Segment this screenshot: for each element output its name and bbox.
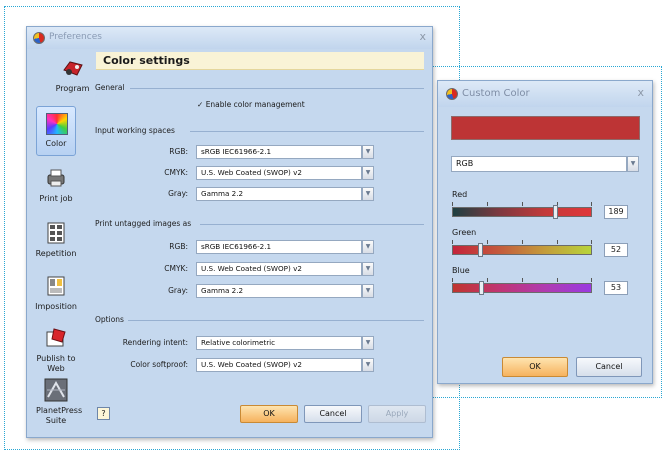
sidebar-item-label: Color <box>45 139 67 148</box>
checkmark-icon: ✓ <box>197 100 204 109</box>
input-gray-select[interactable]: Gamma 2.2 <box>196 187 362 201</box>
sidebar-item-label: Repetition <box>35 249 77 258</box>
custom-color-ok-button[interactable]: OK <box>502 357 568 377</box>
close-icon[interactable]: x <box>419 30 426 43</box>
program-icon <box>63 61 83 76</box>
blue-slider-thumb[interactable] <box>478 281 484 295</box>
untagged-rgb-select[interactable]: sRGB IEC61966-2.1 <box>196 240 362 254</box>
chevron-down-icon[interactable]: ▼ <box>362 187 374 201</box>
input-rgb-label: RGB: <box>169 147 188 156</box>
untagged-rgb-label: RGB: <box>169 242 188 251</box>
close-icon[interactable]: x <box>637 86 644 99</box>
divider <box>200 224 424 225</box>
untagged-gray-select[interactable]: Gamma 2.2 <box>196 284 362 298</box>
green-slider-thumb[interactable] <box>478 243 484 257</box>
red-slider-track[interactable] <box>452 207 592 217</box>
custom-color-titlebar[interactable]: Custom Color x <box>438 81 652 107</box>
printer-icon <box>47 169 65 187</box>
chevron-down-icon[interactable]: ▼ <box>362 262 374 276</box>
input-cmyk-label: CMYK: <box>164 168 188 177</box>
sidebar-item-label: PlanetPress Suite <box>36 406 83 425</box>
chevron-down-icon[interactable]: ▼ <box>362 284 374 298</box>
chevron-down-icon[interactable]: ▼ <box>362 358 374 372</box>
divider <box>130 88 424 89</box>
repetition-icon <box>47 222 65 244</box>
sidebar-item-label: Print job <box>39 194 73 203</box>
chevron-down-icon[interactable]: ▼ <box>362 240 374 254</box>
cancel-button[interactable]: Cancel <box>304 405 362 423</box>
preferences-sidebar: Program Color Print job Repetition Impos… <box>32 50 113 454</box>
input-cmyk-select[interactable]: U.S. Web Coated (SWOP) v2 <box>196 166 362 180</box>
green-ticks <box>452 240 592 244</box>
rendering-intent-select[interactable]: Relative colorimetric <box>196 336 362 350</box>
sidebar-item-imposition[interactable]: Imposition <box>32 268 80 326</box>
green-value-input[interactable]: 52 <box>604 243 628 257</box>
red-slider-thumb[interactable] <box>553 205 559 219</box>
sidebar-item-print-job[interactable]: Print job <box>32 160 80 218</box>
planetpress-icon <box>44 378 68 402</box>
imposition-icon <box>47 276 65 296</box>
color-mode-select[interactable]: RGB <box>451 156 627 172</box>
color-icon <box>46 113 68 135</box>
section-title: Color settings <box>96 52 424 70</box>
input-rgb-select[interactable]: sRGB IEC61966-2.1 <box>196 145 362 159</box>
preferences-titlebar[interactable]: Preferences x <box>27 27 432 49</box>
color-preview-swatch <box>451 116 640 140</box>
group-heading-general: General <box>95 83 125 92</box>
ok-button[interactable]: OK <box>240 405 298 423</box>
green-label: Green <box>452 228 477 237</box>
group-heading-options: Options <box>95 315 124 324</box>
chevron-down-icon[interactable]: ▼ <box>362 145 374 159</box>
color-softproof-label: Color softproof: <box>130 360 188 369</box>
untagged-cmyk-label: CMYK: <box>164 264 188 273</box>
rendering-intent-label: Rendering intent: <box>122 338 188 347</box>
chevron-down-icon[interactable]: ▼ <box>362 166 374 180</box>
red-ticks <box>452 202 592 206</box>
custom-color-cancel-button[interactable]: Cancel <box>576 357 642 377</box>
blue-label: Blue <box>452 266 470 275</box>
custom-color-title: Custom Color <box>462 88 530 99</box>
untagged-gray-label: Gray: <box>168 286 188 295</box>
group-heading-input-spaces: Input working spaces <box>95 126 175 135</box>
enable-color-management-checkbox[interactable]: ✓ Enable color management <box>197 100 305 109</box>
divider <box>190 131 424 132</box>
preferences-title: Preferences <box>49 32 102 42</box>
sidebar-item-color[interactable]: Color <box>36 106 76 156</box>
blue-value-input[interactable]: 53 <box>604 281 628 295</box>
help-button[interactable]: ? <box>97 407 110 420</box>
publish-icon <box>46 328 66 347</box>
input-gray-label: Gray: <box>168 189 188 198</box>
chevron-down-icon[interactable]: ▼ <box>627 156 639 172</box>
divider <box>128 320 424 321</box>
app-logo-icon <box>33 32 45 44</box>
app-logo-icon <box>446 88 458 100</box>
green-slider-track[interactable] <box>452 245 592 255</box>
checkbox-label: Enable color management <box>205 100 305 109</box>
untagged-cmyk-select[interactable]: U.S. Web Coated (SWOP) v2 <box>196 262 362 276</box>
blue-ticks <box>452 278 592 282</box>
red-label: Red <box>452 190 468 199</box>
sidebar-item-repetition[interactable]: Repetition <box>32 215 80 273</box>
sidebar-item-planetpress-suite[interactable]: PlanetPress Suite <box>32 372 83 434</box>
blue-slider-track[interactable] <box>452 283 592 293</box>
color-softproof-select[interactable]: U.S. Web Coated (SWOP) v2 <box>196 358 362 372</box>
red-value-input[interactable]: 189 <box>604 205 628 219</box>
sidebar-item-label: Publish to Web <box>36 354 76 373</box>
chevron-down-icon[interactable]: ▼ <box>362 336 374 350</box>
sidebar-item-label: Imposition <box>35 302 77 311</box>
group-heading-untagged: Print untagged images as <box>95 219 192 228</box>
apply-button[interactable]: Apply <box>368 405 426 423</box>
